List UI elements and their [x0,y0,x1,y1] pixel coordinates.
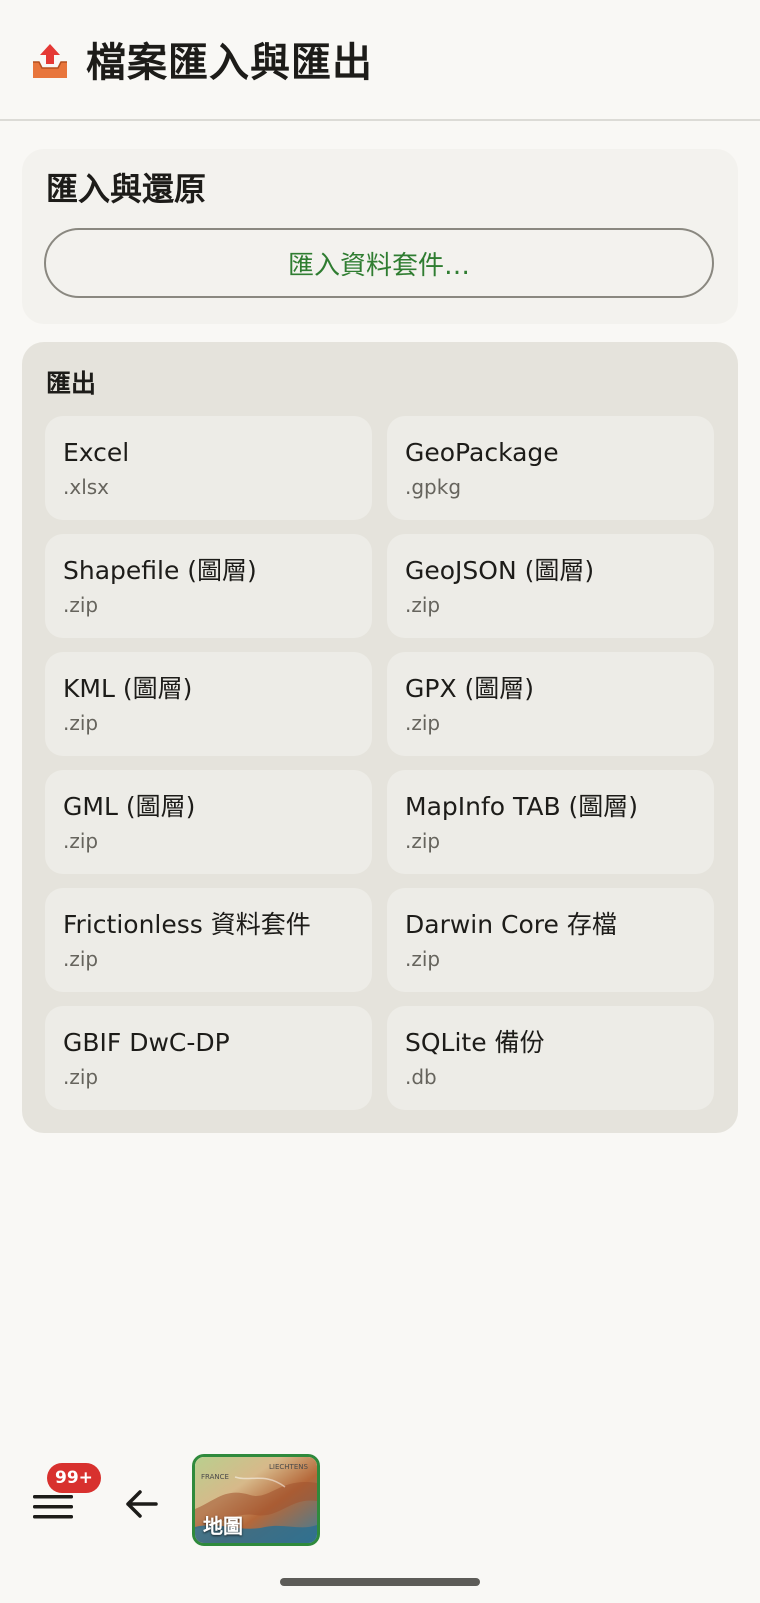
format-extension: .zip [405,947,441,971]
export-mapinfo-tile[interactable]: MapInfo TAB (圖層) .zip [387,770,714,874]
import-section-title: 匯入與還原 [46,170,207,208]
format-extension: .zip [63,829,99,853]
format-name: GeoPackage [405,438,559,467]
format-name: GML (圖層) [63,792,196,821]
notification-badge: 99+ [47,1463,101,1493]
export-frictionless-tile[interactable]: Frictionless 資料套件 .zip [45,888,372,992]
format-name: Excel [63,438,130,467]
format-extension: .xlsx [63,475,110,499]
format-name: Frictionless 資料套件 [63,910,311,939]
format-name: Darwin Core 存檔 [405,910,617,939]
app-header: 檔案匯入與匯出 [0,0,760,121]
export-section-title: 匯出 [46,369,97,398]
import-card: 匯入與還原 匯入資料套件… [22,149,738,324]
map-thumbnail-label: 地圖 [203,1514,243,1538]
format-name: GPX (圖層) [405,674,535,703]
outbox-tray-icon [33,44,67,78]
format-extension: .zip [63,1065,99,1089]
export-geojson-tile[interactable]: GeoJSON (圖層) .zip [387,534,714,638]
export-shapefile-tile[interactable]: Shapefile (圖層) .zip [45,534,372,638]
format-extension: .zip [63,593,99,617]
format-extension: .zip [63,711,99,735]
format-name: KML (圖層) [63,674,193,703]
format-extension: .zip [405,593,441,617]
map-thumbnail-button[interactable]: FRANCE LIECHTENS 地圖 [192,1454,320,1546]
export-sqlite-tile[interactable]: SQLite 備份 .db [387,1006,714,1110]
export-kml-tile[interactable]: KML (圖層) .zip [45,652,372,756]
format-name: Shapefile (圖層) [63,556,257,585]
format-name: SQLite 備份 [405,1028,545,1057]
export-geopackage-tile[interactable]: GeoPackage .gpkg [387,416,714,520]
arrow-left-icon[interactable] [122,1484,162,1524]
format-extension: .zip [63,947,99,971]
map-label-liechtenstein: LIECHTENS [269,1463,308,1471]
export-card: 匯出 Excel .xlsx GeoPackage .gpkg Shapefil… [22,342,738,1133]
format-extension: .db [405,1065,437,1089]
format-name: MapInfo TAB (圖層) [405,792,639,821]
format-extension: .zip [405,711,441,735]
home-indicator[interactable] [280,1578,480,1586]
export-excel-tile[interactable]: Excel .xlsx [45,416,372,520]
export-gbif-tile[interactable]: GBIF DwC-DP .zip [45,1006,372,1110]
format-name: GBIF DwC-DP [63,1028,230,1057]
export-darwin-core-tile[interactable]: Darwin Core 存檔 .zip [387,888,714,992]
import-package-button[interactable]: 匯入資料套件… [44,228,714,298]
format-name: GeoJSON (圖層) [405,556,595,585]
export-gml-tile[interactable]: GML (圖層) .zip [45,770,372,874]
hamburger-menu-icon[interactable] [33,1492,73,1522]
map-label-france: FRANCE [201,1473,229,1481]
format-extension: .gpkg [405,475,462,499]
page-title: 檔案匯入與匯出 [86,40,373,86]
format-extension: .zip [405,829,441,853]
export-gpx-tile[interactable]: GPX (圖層) .zip [387,652,714,756]
